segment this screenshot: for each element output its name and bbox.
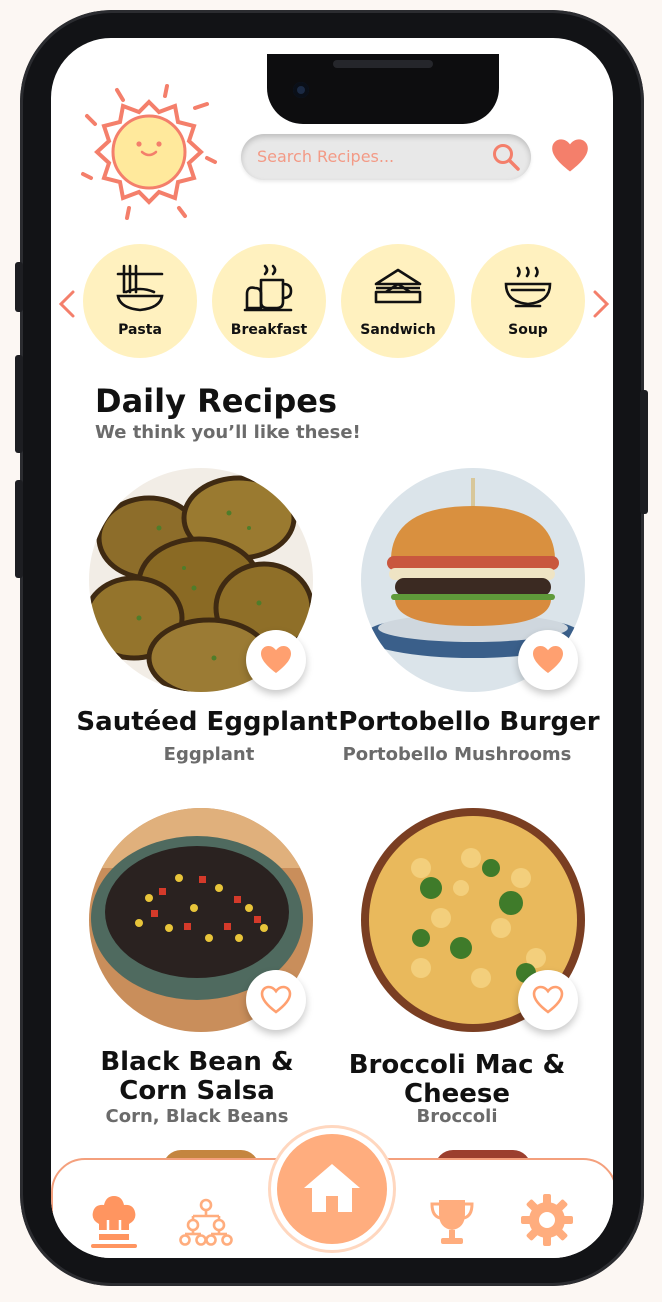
recipe-title-line1: Black Bean &: [100, 1047, 294, 1077]
gear-icon[interactable]: [521, 1194, 573, 1246]
heart-outline-icon: [260, 985, 292, 1014]
recipe-title[interactable]: Portobello Burger: [323, 708, 613, 737]
recipe-title-line2: Corn Salsa: [119, 1076, 275, 1106]
category-pasta[interactable]: Pasta: [83, 244, 197, 358]
search-icon[interactable]: [491, 142, 521, 172]
phone-power-button: [640, 390, 648, 514]
sandwich-icon: [374, 268, 422, 304]
recipe-title[interactable]: Sautéed Eggplant: [61, 708, 353, 737]
notch: [267, 54, 499, 124]
camera: [293, 82, 309, 98]
favorite-button[interactable]: [518, 970, 578, 1030]
heart-icon[interactable]: [551, 138, 589, 174]
recipe-ingredients: Corn, Black Beans: [105, 1106, 289, 1127]
home-icon: [304, 1164, 360, 1212]
phone-volume-up: [15, 355, 23, 453]
category-sandwich[interactable]: Sandwich: [341, 244, 455, 358]
breakfast-icon: [243, 264, 293, 312]
home-button[interactable]: [277, 1134, 387, 1244]
search-bar[interactable]: Search Recipes...: [241, 134, 531, 180]
favorite-button[interactable]: [246, 970, 306, 1030]
chevron-right-icon[interactable]: [591, 288, 611, 320]
favorite-button[interactable]: [246, 630, 306, 690]
category-breakfast[interactable]: Breakfast: [212, 244, 326, 358]
sun-logo[interactable]: [79, 82, 219, 222]
category-label: Soup: [508, 322, 548, 338]
chef-hat-icon[interactable]: [91, 1194, 137, 1250]
recipe-title-line1: Broccoli Mac &: [348, 1050, 566, 1080]
pasta-icon: [116, 264, 164, 312]
category-soup[interactable]: Soup: [471, 244, 585, 358]
soup-icon: [504, 266, 552, 308]
search-input[interactable]: Search Recipes...: [257, 134, 394, 180]
phone-volume-down: [15, 480, 23, 578]
recipe-title[interactable]: Black Bean & Corn Salsa: [51, 1048, 343, 1106]
category-label: Breakfast: [230, 322, 308, 338]
recipe-ingredients: Portobello Mushrooms: [342, 744, 572, 765]
section-title: Daily Recipes: [95, 382, 338, 420]
category-label: Sandwich: [360, 322, 436, 338]
heart-icon: [533, 646, 563, 673]
speaker: [333, 60, 433, 68]
recipe-title-line2: Cheese: [404, 1079, 510, 1109]
chevron-left-icon[interactable]: [57, 288, 77, 320]
heart-icon: [261, 646, 291, 673]
recipe-ingredients: Broccoli: [416, 1106, 498, 1127]
heart-outline-icon: [532, 985, 564, 1014]
category-label: Pasta: [118, 322, 162, 338]
section-subtitle: We think you’ll like these!: [95, 422, 361, 443]
favorite-button[interactable]: [518, 630, 578, 690]
tree-icon[interactable]: [179, 1198, 233, 1246]
recipe-title[interactable]: Broccoli Mac & Cheese: [311, 1051, 603, 1109]
app-screen: Search Recipes... Pasta Breakfast Sandwi…: [51, 38, 613, 1258]
trophy-icon[interactable]: [429, 1198, 475, 1248]
phone-mute-switch: [15, 262, 23, 312]
